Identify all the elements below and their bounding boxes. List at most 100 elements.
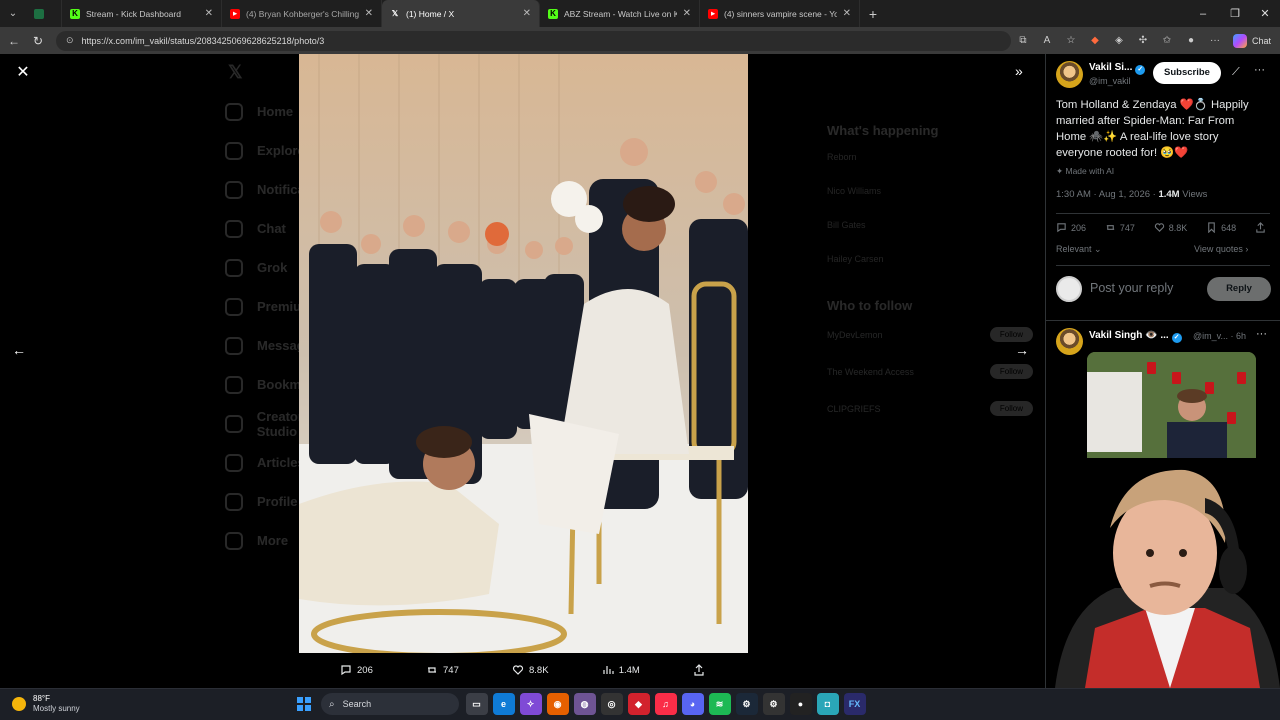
close-tab-icon[interactable]: ✕ <box>205 8 213 19</box>
maximize-icon[interactable]: ❐ <box>1218 0 1252 27</box>
edge-browser-icon[interactable]: e <box>492 693 515 715</box>
reader-icon[interactable]: A <box>1035 35 1059 46</box>
views-chart-icon <box>603 666 614 674</box>
close-tab-icon[interactable]: ✕ <box>683 8 691 19</box>
views-action[interactable]: 1.4M <box>602 664 640 676</box>
tab-label: (4) Bryan Kohberger's Chilling Mo <box>246 8 359 19</box>
sunny-weather-icon <box>12 697 26 711</box>
brave-extension-icon[interactable]: ◆ <box>1083 35 1107 46</box>
trend-item: Nico Williams <box>827 186 881 196</box>
tab-x-home[interactable]: 𝕏 (1) Home / X ✕ <box>382 0 540 27</box>
minimize-icon[interactable]: – <box>1186 0 1220 27</box>
youtube-icon: ▶ <box>708 8 718 19</box>
settings-icon[interactable]: ⚙ <box>762 693 785 715</box>
reply-stat[interactable]: 206 <box>1056 222 1086 233</box>
reply-author-name[interactable]: Vakil Singh 👁️ ... ✓ <box>1089 330 1182 343</box>
chevron-right-icon: › <box>1242 244 1249 254</box>
windows-start-icon[interactable] <box>293 693 315 715</box>
copilot-chat-button[interactable]: Chat <box>1233 33 1271 48</box>
close-media-icon[interactable]: ✕ <box>14 64 32 82</box>
close-window-icon[interactable]: ✕ <box>1248 0 1280 27</box>
more-menu-icon[interactable]: ··· <box>1203 35 1227 46</box>
like-stat[interactable]: 8.8K <box>1154 222 1187 233</box>
like-action[interactable]: 8.8K <box>512 664 549 676</box>
tweet-text: Tom Holland & Zendaya ❤️💍 Happily marrie… <box>1056 99 1249 159</box>
tab-youtube-sinners[interactable]: ▶ (4) sinners vampire scene - YouTu ✕ <box>700 0 860 27</box>
share-stat[interactable] <box>1255 222 1270 233</box>
author-handle[interactable]: @im_vakil <box>1089 76 1131 86</box>
trend-item: Reborn <box>827 152 857 162</box>
author-avatar[interactable] <box>1056 61 1083 88</box>
more-options-icon[interactable]: ··· <box>1254 64 1265 76</box>
windows-taskbar: 88°F Mostly sunny ⌕ Search ▭ e ✧ ◉ ◍ ◎ ◆… <box>0 688 1280 720</box>
grok-icon[interactable]: ⟋ <box>1232 66 1240 79</box>
tweet-stats: 206 747 8.8K 648 <box>1056 222 1270 233</box>
close-tab-icon[interactable]: ✕ <box>843 8 851 19</box>
collapse-panel-icon[interactable]: » <box>1015 63 1023 79</box>
tab-actions-menu-icon[interactable]: ⌄ <box>0 0 26 27</box>
tweet-photo[interactable] <box>299 54 748 653</box>
discord-icon[interactable]: ◕ <box>681 693 704 715</box>
quotes-label: View quotes <box>1194 244 1243 254</box>
current-user-avatar[interactable] <box>1056 276 1082 302</box>
close-tab-icon[interactable]: ✕ <box>365 8 373 19</box>
reply-action[interactable]: 206 <box>340 664 373 676</box>
refresh-icon[interactable]: ↻ <box>26 34 50 48</box>
task-view-icon[interactable]: ▭ <box>465 693 488 715</box>
kick-logo-icon: K <box>70 8 80 19</box>
site-info-icon[interactable]: ⊙ <box>66 35 74 46</box>
weather-widget[interactable]: 88°F Mostly sunny <box>12 694 80 714</box>
extensions-puzzle-icon[interactable]: ✣ <box>1131 35 1155 46</box>
nav-label: Chat <box>257 221 286 236</box>
explore-icon <box>225 141 243 160</box>
spotify-icon[interactable]: ≋ <box>708 693 731 715</box>
tab-kick-dashboard[interactable]: K Stream - Kick Dashboard ✕ <box>62 0 222 27</box>
reply-author-avatar[interactable] <box>1056 328 1083 355</box>
taskbar-search-input[interactable]: ⌕ Search <box>321 693 459 715</box>
app-cyan-icon[interactable]: ◘ <box>816 693 839 715</box>
heart-icon <box>1154 223 1164 232</box>
view-quotes-link[interactable]: View quotes › <box>1194 244 1248 254</box>
reply-input[interactable]: Post your reply <box>1090 281 1173 295</box>
fx-app-icon[interactable]: FX <box>843 693 866 715</box>
follow-suggestion: CLIPGRIEFS Follow <box>827 401 1033 416</box>
more-options-icon[interactable]: ··· <box>1256 328 1267 340</box>
copilot-icon[interactable]: ✧ <box>519 693 542 715</box>
app-dark-icon[interactable]: ● <box>789 693 812 715</box>
reply-sort-dropdown[interactable]: Relevant ⌄ <box>1056 244 1102 255</box>
tweet-timestamp[interactable]: 1:30 AM · Aug 1, 2026 · <box>1056 189 1158 200</box>
extension-icon[interactable]: ◈ <box>1107 35 1131 46</box>
reply-button[interactable]: Reply <box>1207 277 1271 301</box>
firefox-icon[interactable]: ◉ <box>546 693 569 715</box>
next-photo-icon[interactable]: → <box>1015 342 1029 358</box>
repost-count: 747 <box>1119 222 1135 233</box>
reply-count: 206 <box>1071 222 1087 233</box>
new-tab-icon[interactable]: + <box>860 6 886 22</box>
previous-photo-icon[interactable]: ← <box>12 342 26 358</box>
back-icon[interactable]: ← <box>2 34 26 48</box>
split-screen-icon[interactable]: ⧉ <box>1011 35 1035 46</box>
repost-stat[interactable]: 747 <box>1105 222 1135 233</box>
share-action[interactable] <box>693 664 710 676</box>
favorites-icon[interactable]: ✩ <box>1155 35 1179 46</box>
close-tab-icon[interactable]: ✕ <box>523 8 531 19</box>
apple-music-icon[interactable]: ♫ <box>654 693 677 715</box>
profile-avatar-icon[interactable]: ● <box>1179 35 1203 46</box>
bookmark-count: 648 <box>1221 222 1237 233</box>
author-name[interactable]: Vakil Si... ✓ <box>1089 62 1146 75</box>
url-field[interactable]: ⊙ https://x.com/im_vakil/status/20834250… <box>56 30 1011 51</box>
tab-youtube-kohberger[interactable]: ▶ (4) Bryan Kohberger's Chilling Mo ✕ <box>222 0 382 27</box>
app-icon[interactable]: ◍ <box>573 693 596 715</box>
reply-icon <box>1057 223 1066 233</box>
app-red-icon[interactable]: ◆ <box>627 693 650 715</box>
share-icon <box>1256 222 1265 233</box>
obs-icon[interactable]: ◎ <box>600 693 623 715</box>
repost-action[interactable]: 747 <box>426 664 459 676</box>
nav-label: Home <box>257 104 294 119</box>
bookmark-stat[interactable]: 648 <box>1206 222 1236 233</box>
steam-icon[interactable]: ⚙ <box>735 693 758 715</box>
tab-excel[interactable] <box>26 0 62 27</box>
favorite-star-icon[interactable]: ☆ <box>1059 35 1083 46</box>
tab-abz-stream[interactable]: K ABZ Stream - Watch Live on Kick ✕ <box>540 0 700 27</box>
subscribe-button[interactable]: Subscribe <box>1153 62 1221 84</box>
